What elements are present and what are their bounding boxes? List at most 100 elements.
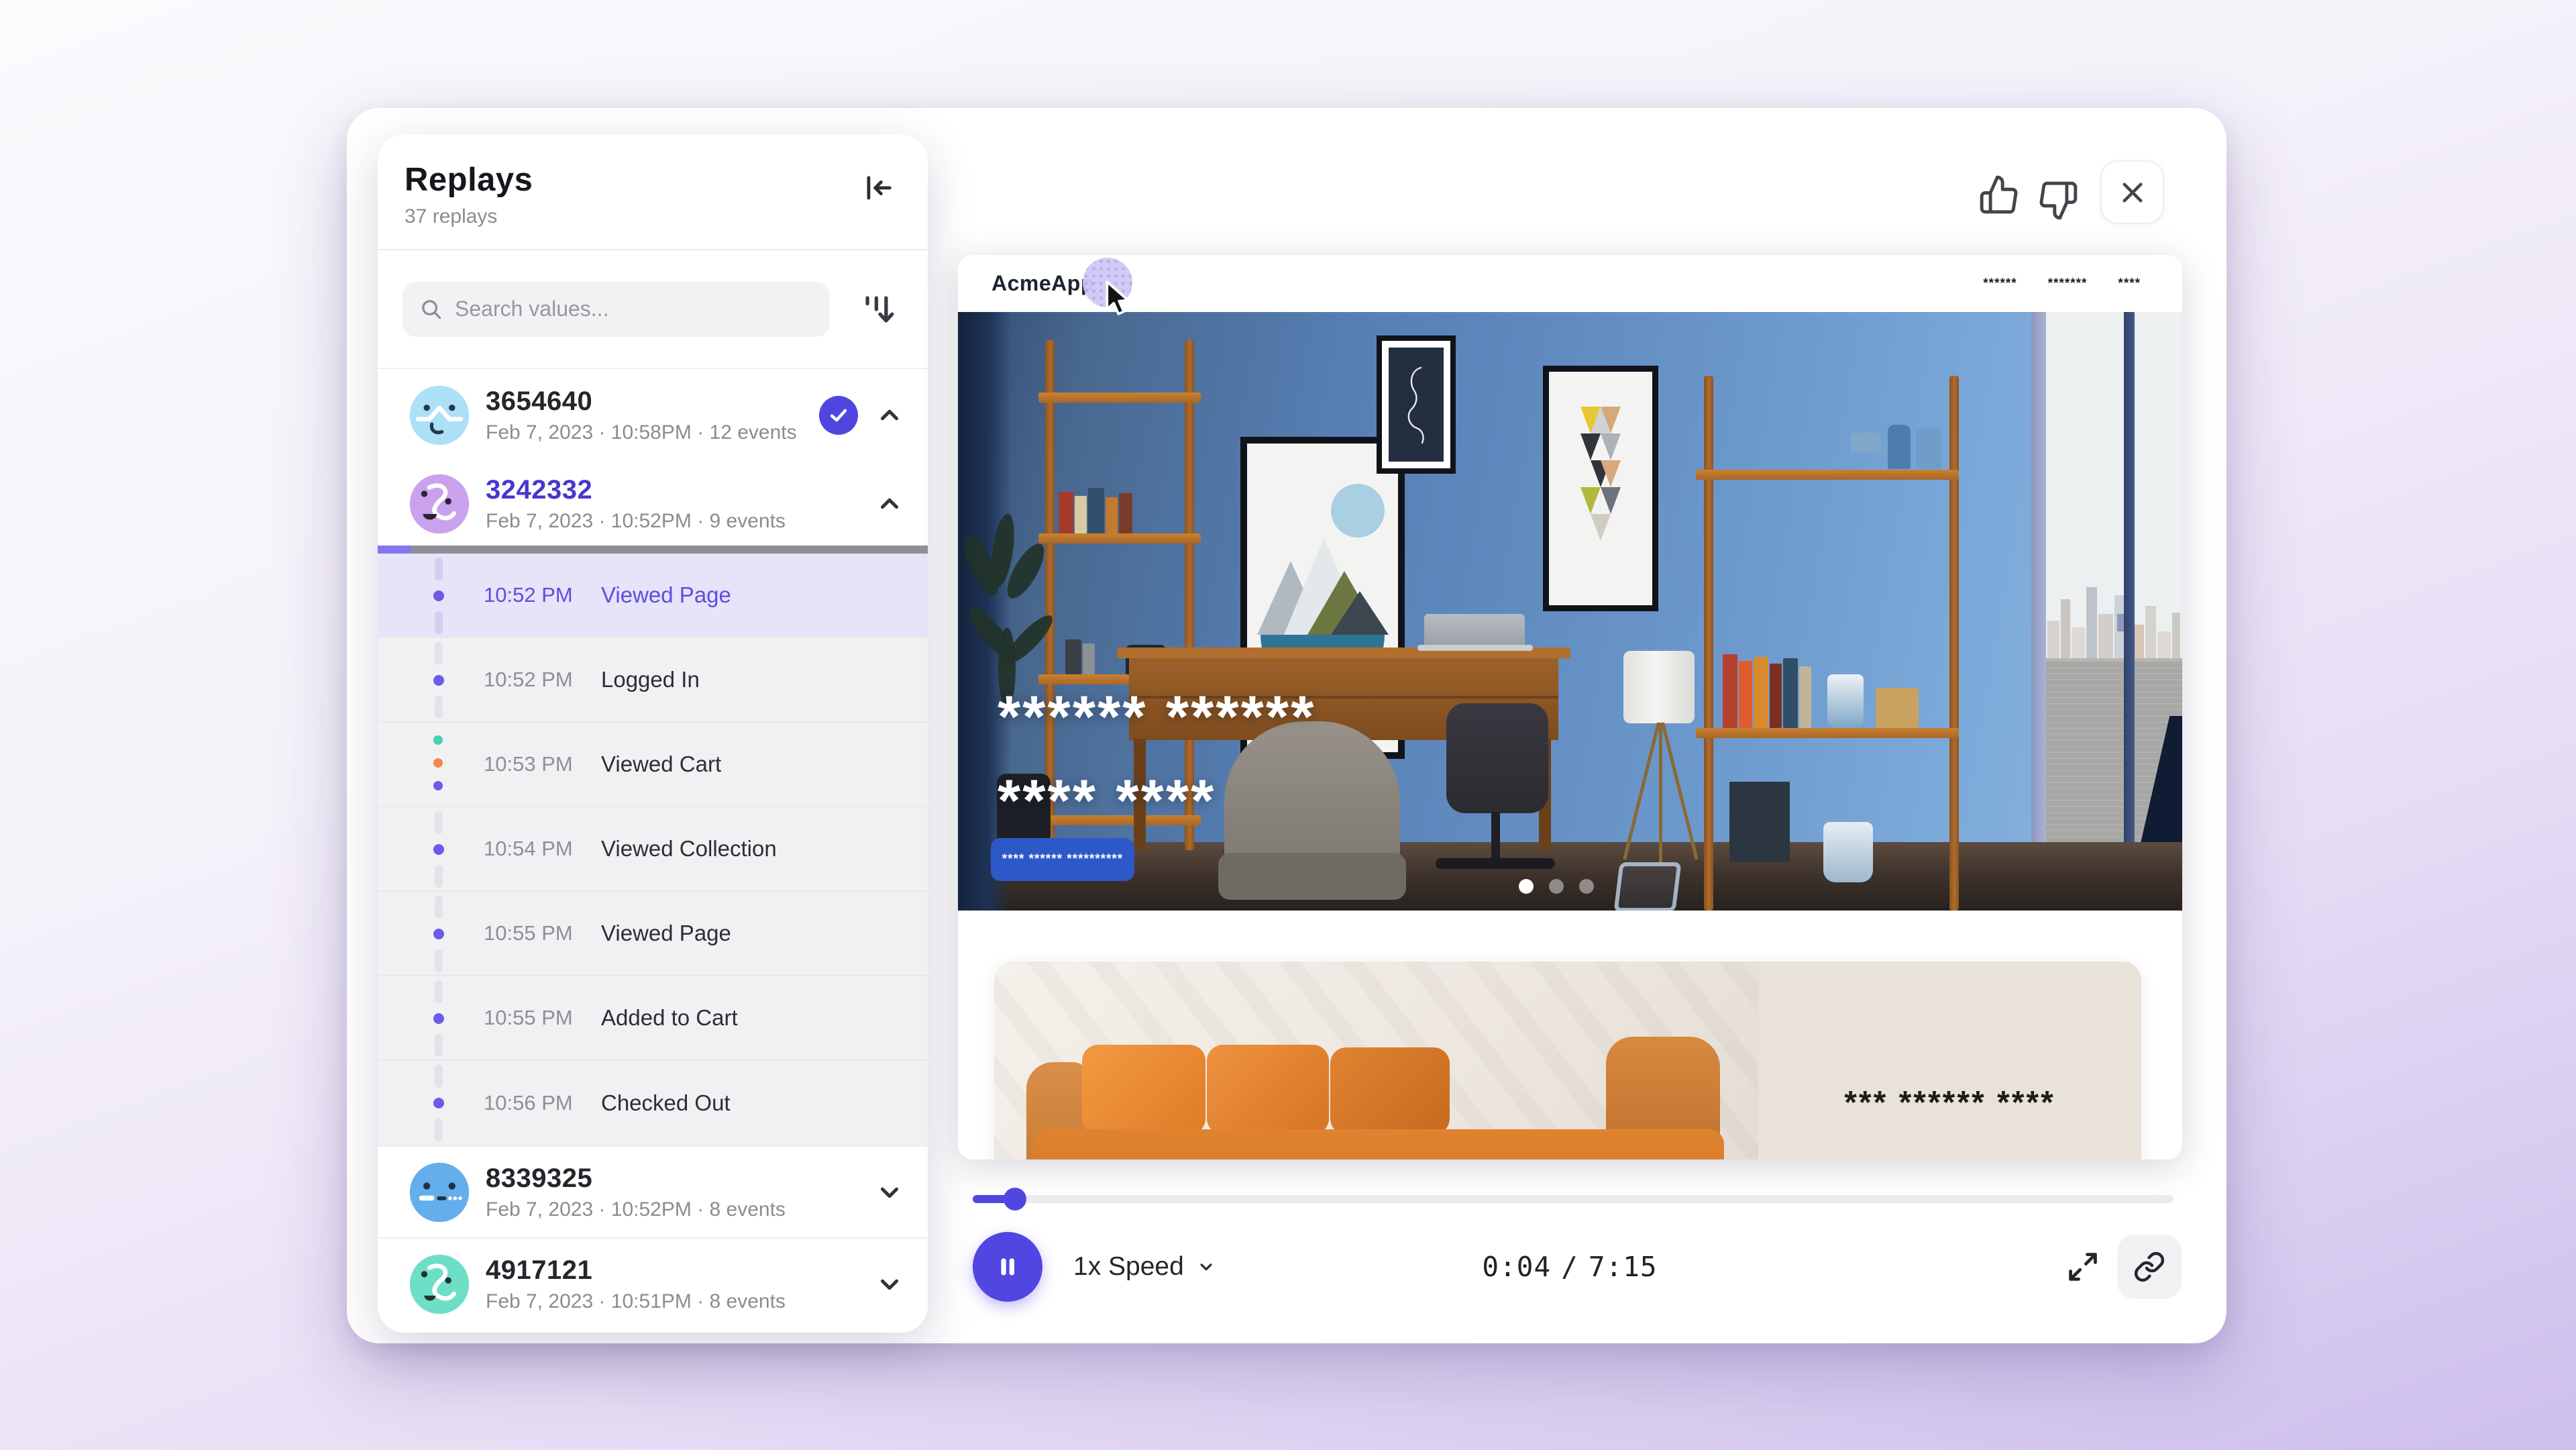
event-label: Viewed Page [601,582,731,608]
event-row[interactable]: 10:55 PM Viewed Page [378,892,928,976]
sofa-photo [994,962,1758,1159]
replay-viewport: AcmeApp ****** ******* **** [958,255,2182,1159]
replayed-site-header: AcmeApp ****** ******* **** [958,255,2182,312]
event-time: 10:52 PM [484,583,573,607]
session-id: 3242332 [486,475,874,505]
event-dot-icon [429,925,448,943]
event-label: Checked Out [601,1090,731,1116]
site-hero-image: ****** ****** **** **** **** ****** ****… [958,312,2182,911]
fullscreen-button[interactable] [2063,1247,2102,1286]
event-list: 10:52 PM Viewed Page 10:52 PM Logged In … [378,554,928,1145]
watched-badge[interactable] [819,396,858,435]
session-meta: Feb 7, 2023 · 10:52PM · 9 events [486,510,874,533]
feedback-row [1977,160,2164,224]
event-row[interactable]: 10:55 PM Added to Cart [378,976,928,1061]
hero-heading-line1: ****** ****** [998,674,1316,758]
hero-cta-button-masked: **** ****** ********** [991,838,1134,881]
avatar [408,472,471,535]
search-input-box[interactable] [402,282,830,337]
session-row-8339325[interactable]: 8339325 Feb 7, 2023 · 10:52PM · 8 events [378,1145,928,1237]
event-dot-icon [429,1094,448,1112]
event-dot-icon [429,731,447,749]
check-icon [827,404,850,427]
carousel-dots [1519,879,1594,894]
chevron-down-icon[interactable] [874,1177,905,1208]
event-label: Viewed Collection [601,836,777,862]
carousel-dot-active [1519,879,1534,894]
link-icon [2133,1251,2165,1283]
event-row[interactable]: 10:56 PM Checked Out [378,1061,928,1145]
pause-button[interactable] [973,1232,1042,1302]
session-id: 8339325 [486,1163,874,1194]
site-logo: AcmeApp [991,271,1094,296]
avatar [408,1253,471,1316]
collapse-left-icon [861,170,896,205]
speed-label: 1x Speed [1073,1252,1184,1282]
pause-icon [992,1251,1023,1282]
site-content-card: *** ****** **** [994,962,2141,1159]
cursor-icon [1103,280,1136,317]
thumbs-down-icon [2037,180,2079,221]
replays-count: 37 replays [405,205,896,228]
seek-bar-knob[interactable] [1004,1188,1026,1210]
event-dot-icon [429,671,448,690]
replay-modal: Replays 37 replays [347,108,2226,1343]
office-chair [1446,703,1548,813]
event-dot-icon [429,1009,448,1028]
event-dot-icon [429,754,447,772]
event-row[interactable]: 10:53 PM Viewed Cart [378,723,928,807]
event-dot-icon [429,840,448,859]
session-meta: Feb 7, 2023 · 10:58PM · 12 events [486,421,819,444]
close-icon [2118,178,2147,207]
hero-heading-line2: **** **** [998,758,1316,842]
event-row[interactable]: 10:54 PM Viewed Collection [378,807,928,892]
sidebar-header: Replays 37 replays [378,134,928,250]
chevron-up-icon[interactable] [874,400,905,431]
expand-icon [2065,1249,2100,1284]
event-time: 10:56 PM [484,1091,573,1115]
nav-item-masked: **** [2118,276,2141,291]
session-row-3654640[interactable]: 3654640 Feb 7, 2023 · 10:58PM · 12 event… [378,369,928,462]
chevron-up-icon[interactable] [874,488,905,519]
copy-link-button[interactable] [2117,1235,2182,1299]
laptop [1424,614,1525,646]
session-id: 3654640 [486,386,819,417]
thumbs-up-icon [1978,174,2020,215]
session-id: 4917121 [486,1255,874,1286]
chevron-down-icon [1196,1257,1216,1277]
seek-bar[interactable] [973,1195,2174,1203]
session-watch-progress[interactable] [378,546,928,554]
session-watch-progress-fill [378,546,411,554]
hero-heading-masked: ****** ****** **** **** [998,674,1316,842]
chevron-down-icon[interactable] [874,1269,905,1300]
thumbs-down-button[interactable] [2036,178,2080,223]
carousel-dot [1579,879,1594,894]
search-input[interactable] [455,297,814,321]
sort-descending-icon [859,290,898,329]
current-time: 0:04 [1482,1251,1551,1283]
event-row[interactable]: 10:52 PM Viewed Page [378,554,928,638]
player-controls: 1x Speed 0:04 / 7:15 [973,1230,2182,1304]
nav-item-masked: ****** [1983,276,2017,291]
session-row-3242332[interactable]: 3242332 Feb 7, 2023 · 10:52PM · 9 events [378,462,928,546]
event-time: 10:52 PM [484,668,573,692]
close-button[interactable] [2100,160,2164,224]
avatar [408,384,471,447]
sort-button[interactable] [857,287,901,331]
event-label: Viewed Page [601,921,731,946]
session-row-4917121[interactable]: 4917121 Feb 7, 2023 · 10:51PM · 8 events [378,1237,928,1329]
thumbs-up-button[interactable] [1977,172,2021,217]
card-text-masked: *** ****** **** [1758,962,2141,1159]
event-time: 10:54 PM [484,837,573,861]
event-row[interactable]: 10:52 PM Logged In [378,638,928,723]
speed-selector[interactable]: 1x Speed [1073,1252,1216,1282]
app-background: Replays 37 replays [0,0,2576,1450]
collapse-sidebar-button[interactable] [858,168,898,208]
search-row [378,250,928,369]
event-time: 10:55 PM [484,921,573,945]
event-label: Viewed Cart [601,752,721,777]
session-meta: Feb 7, 2023 · 10:51PM · 8 events [486,1290,874,1313]
page-title: Replays [405,161,896,199]
event-time: 10:53 PM [484,752,573,776]
session-meta: Feb 7, 2023 · 10:52PM · 8 events [486,1198,874,1221]
